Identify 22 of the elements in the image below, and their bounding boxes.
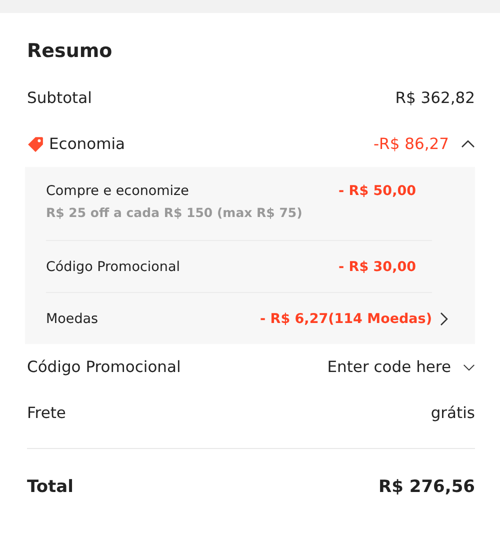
- savings-item-value: - R$ 30,00: [338, 259, 416, 275]
- tag-icon: [27, 136, 44, 152]
- subtotal-label: Subtotal: [27, 89, 92, 107]
- chevron-right-icon[interactable]: [440, 312, 448, 326]
- chevron-icon[interactable]: [461, 140, 475, 148]
- savings-item-value: - R$ 50,00: [338, 183, 416, 199]
- savings-item-label: Código Promocional: [46, 259, 180, 275]
- total-label: Total: [27, 477, 74, 497]
- savings-item-label: Moedas: [46, 311, 98, 327]
- promo-code-label: Código Promocional: [27, 358, 181, 376]
- summary-title: Resumo: [27, 39, 114, 63]
- savings-item-value: - R$ 6,27(114 Moedas): [260, 311, 432, 327]
- savings-item-label: Compre e economize: [46, 183, 189, 199]
- shipping-value: grátis: [430, 404, 475, 422]
- shipping-label: Frete: [27, 404, 66, 422]
- savings-label: Economia: [49, 135, 126, 153]
- promo-code-placeholder[interactable]: Enter code here: [327, 358, 451, 376]
- savings-note: R$ 25 off a cada R$ 150 (max R$ 75): [46, 205, 304, 220]
- chevron-down-icon[interactable]: [463, 364, 475, 370]
- total-value: R$ 276,56: [378, 477, 475, 497]
- savings-value: -R$ 86,27: [373, 135, 449, 153]
- subtotal-value: R$ 362,82: [395, 89, 475, 107]
